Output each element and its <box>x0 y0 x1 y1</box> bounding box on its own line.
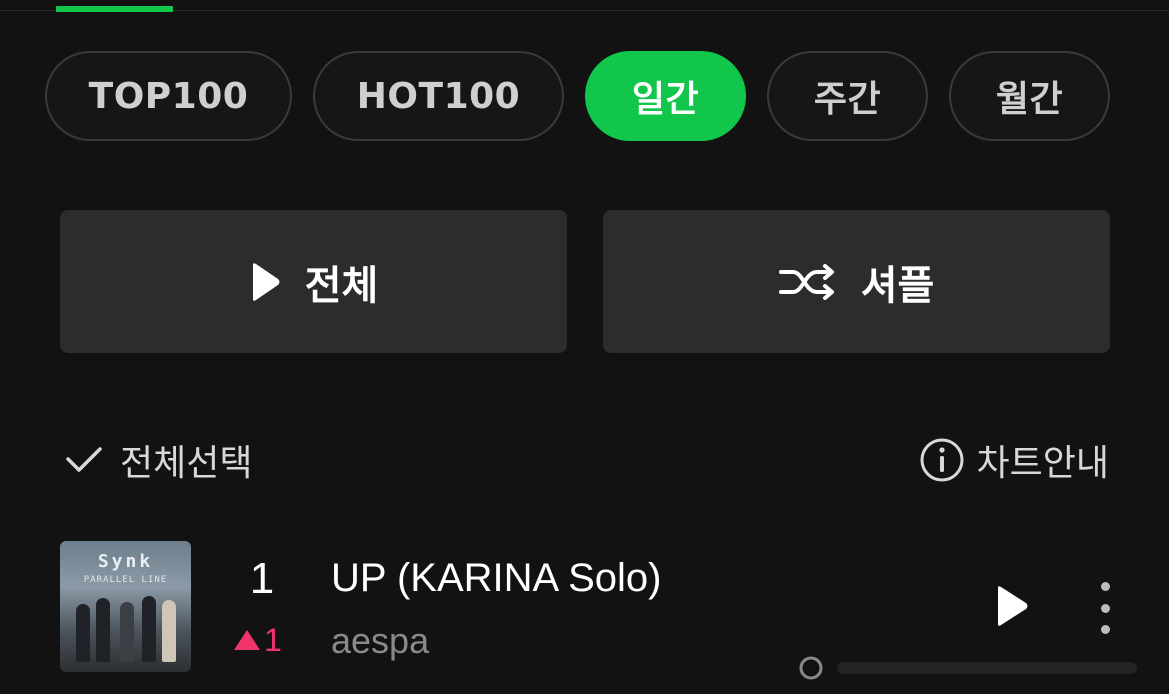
tab-hot100[interactable]: HOT100 <box>313 51 564 141</box>
album-art-figure <box>76 604 90 662</box>
song-artist[interactable]: aespa <box>331 620 429 664</box>
tab-monthly[interactable]: 월간 <box>949 51 1110 141</box>
song-title[interactable]: UP (KARINA Solo) <box>331 556 662 608</box>
more-dot <box>1100 625 1110 634</box>
song-rank: 1 <box>249 554 275 603</box>
chart-info-label: 차트안내 <box>976 443 1109 484</box>
rank-change-value: 1 <box>264 621 282 658</box>
tab-top100[interactable]: TOP100 <box>45 51 292 141</box>
chart-info-button[interactable]: 차트안내 <box>919 432 1109 488</box>
checkmark-icon <box>64 445 104 475</box>
shuffle-icon <box>778 262 837 302</box>
album-art: Synk PARALLEL LINE <box>60 541 191 672</box>
select-all-button[interactable]: 전체선택 <box>64 432 252 488</box>
album-art-figure <box>96 598 110 662</box>
song-play-button[interactable] <box>990 582 1034 630</box>
play-all-button[interactable]: 전체 <box>60 210 567 353</box>
more-options-button[interactable] <box>1088 582 1122 634</box>
album-art-figure <box>162 600 176 662</box>
select-all-label: 전체선택 <box>120 443 253 484</box>
more-dot <box>1100 582 1110 591</box>
album-art-text: Synk <box>97 551 154 572</box>
chart-screen: TOP100 HOT100 일간 주간 월간 전체 셔플 전체선택 차트안내 S… <box>0 0 1169 694</box>
info-icon <box>919 437 965 483</box>
tab-divider <box>0 10 1169 11</box>
watermark <box>799 656 1137 680</box>
album-art-subtext: PARALLEL LINE <box>83 575 168 585</box>
tab-weekly[interactable]: 주간 <box>767 51 928 141</box>
tab-daily[interactable]: 일간 <box>585 51 746 141</box>
shuffle-label: 셔플 <box>860 262 935 309</box>
active-tab-indicator <box>56 6 173 12</box>
album-art-figure <box>120 602 134 662</box>
play-icon <box>249 262 281 302</box>
album-art-figure <box>142 596 156 662</box>
play-all-label: 전체 <box>304 262 379 309</box>
more-dot <box>1100 603 1110 613</box>
shuffle-button[interactable]: 셔플 <box>603 210 1110 353</box>
play-icon <box>998 586 1028 626</box>
rank-up-icon <box>234 630 260 650</box>
rank-change: 1 <box>234 620 282 660</box>
